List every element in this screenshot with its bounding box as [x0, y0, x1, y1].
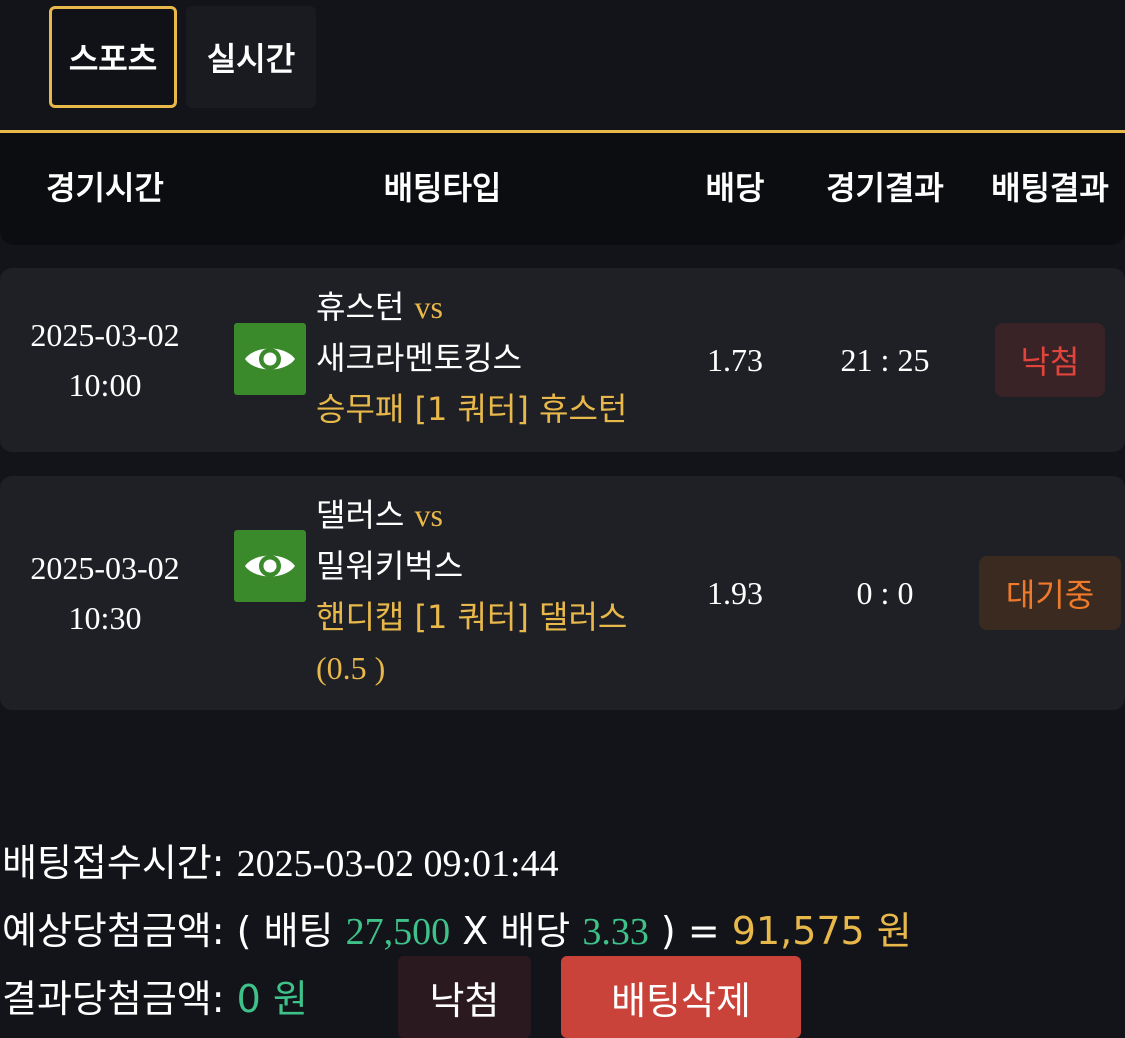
bet-handicap: (0.5 ) — [316, 650, 386, 686]
bet-amount: 27,500 — [345, 911, 451, 953]
away-team: 밀워키벅스 — [316, 547, 464, 585]
bet-info: 댈러스 vs 밀워키벅스 핸디캡 [1 쿼터] 댈러스 (0.5 ) — [316, 490, 627, 694]
header-odds: 배당 — [705, 169, 765, 207]
expected-amount: 91,575 원 — [731, 909, 912, 953]
game-score: 21 : 25 — [840, 341, 930, 378]
home-team: 휴스턴 — [316, 288, 405, 326]
bet-result-badge: 대기중 — [979, 556, 1121, 630]
eye-icon — [245, 555, 295, 577]
table-header: 경기시간 배팅타입 배당 경기결과 배팅결과 — [0, 133, 1125, 245]
tab-live[interactable]: 실시간 — [186, 6, 316, 108]
expected-close: ) = — [660, 909, 720, 953]
home-team: 댈러스 — [316, 496, 405, 534]
result-amount: 0 원 — [236, 977, 308, 1021]
game-time: 2025-03-02 10:00 — [0, 268, 210, 452]
table-row: 2025-03-02 10:30 댈러스 vs 밀워키벅스 핸디캡 [1 쿼터]… — [0, 476, 1125, 710]
expected-win-label: 예상당첨금액: — [2, 909, 225, 953]
delete-bet-button[interactable]: 배팅삭제 — [561, 956, 801, 1038]
expected-open: ( 배팅 — [236, 909, 334, 953]
tab-bar: 스포츠 실시간 — [0, 0, 1125, 133]
odds-value: 1.73 — [707, 341, 763, 378]
game-clock: 10:00 — [68, 367, 142, 403]
bet-selection: 핸디캡 [1 쿼터] 댈러스 — [316, 598, 628, 636]
game-score: 0 : 0 — [856, 574, 914, 611]
result-win-line: 결과당첨금액: 0 원 — [2, 968, 308, 1023]
game-time: 2025-03-02 10:30 — [0, 476, 210, 710]
view-details-button[interactable] — [234, 323, 306, 395]
table-row: 2025-03-02 10:00 휴스턴 vs 새크라멘토킹스 승무패 [1 쿼… — [0, 268, 1125, 452]
vs-label: vs — [414, 497, 443, 533]
bet-time-label: 배팅접수시간: — [2, 841, 225, 885]
odds-value: 1.93 — [707, 574, 763, 611]
game-date: 2025-03-02 — [30, 317, 180, 353]
bet-info: 휴스턴 vs 새크라멘토킹스 승무패 [1 쿼터] 휴스턴 — [316, 282, 627, 435]
result-button[interactable]: 낙첨 — [398, 956, 531, 1038]
vs-label: vs — [414, 289, 443, 325]
header-game-time: 경기시간 — [46, 169, 164, 207]
game-date: 2025-03-02 — [30, 550, 180, 586]
result-win-label: 결과당첨금액: — [2, 977, 225, 1021]
bet-time-line: 배팅접수시간: 2025-03-02 09:01:44 — [2, 832, 559, 887]
header-bet-type: 배팅타입 — [383, 169, 502, 207]
tab-sports[interactable]: 스포츠 — [49, 6, 177, 108]
bet-time-value: 2025-03-02 09:01:44 — [236, 843, 559, 885]
header-bet-result: 배팅결과 — [991, 169, 1109, 207]
eye-icon — [245, 348, 295, 370]
view-details-button[interactable] — [234, 530, 306, 602]
total-odds: 3.33 — [582, 911, 649, 953]
bet-result-badge: 낙첨 — [995, 323, 1105, 397]
bet-selection: 승무패 [1 쿼터] 휴스턴 — [316, 390, 628, 428]
header-game-result: 경기결과 — [826, 169, 944, 207]
away-team: 새크라멘토킹스 — [316, 339, 523, 377]
times-odds: X 배당 — [462, 909, 571, 953]
expected-win-line: 예상당첨금액: ( 배팅 27,500 X 배당 3.33 ) = 91,575… — [2, 900, 912, 955]
game-clock: 10:30 — [68, 600, 142, 636]
